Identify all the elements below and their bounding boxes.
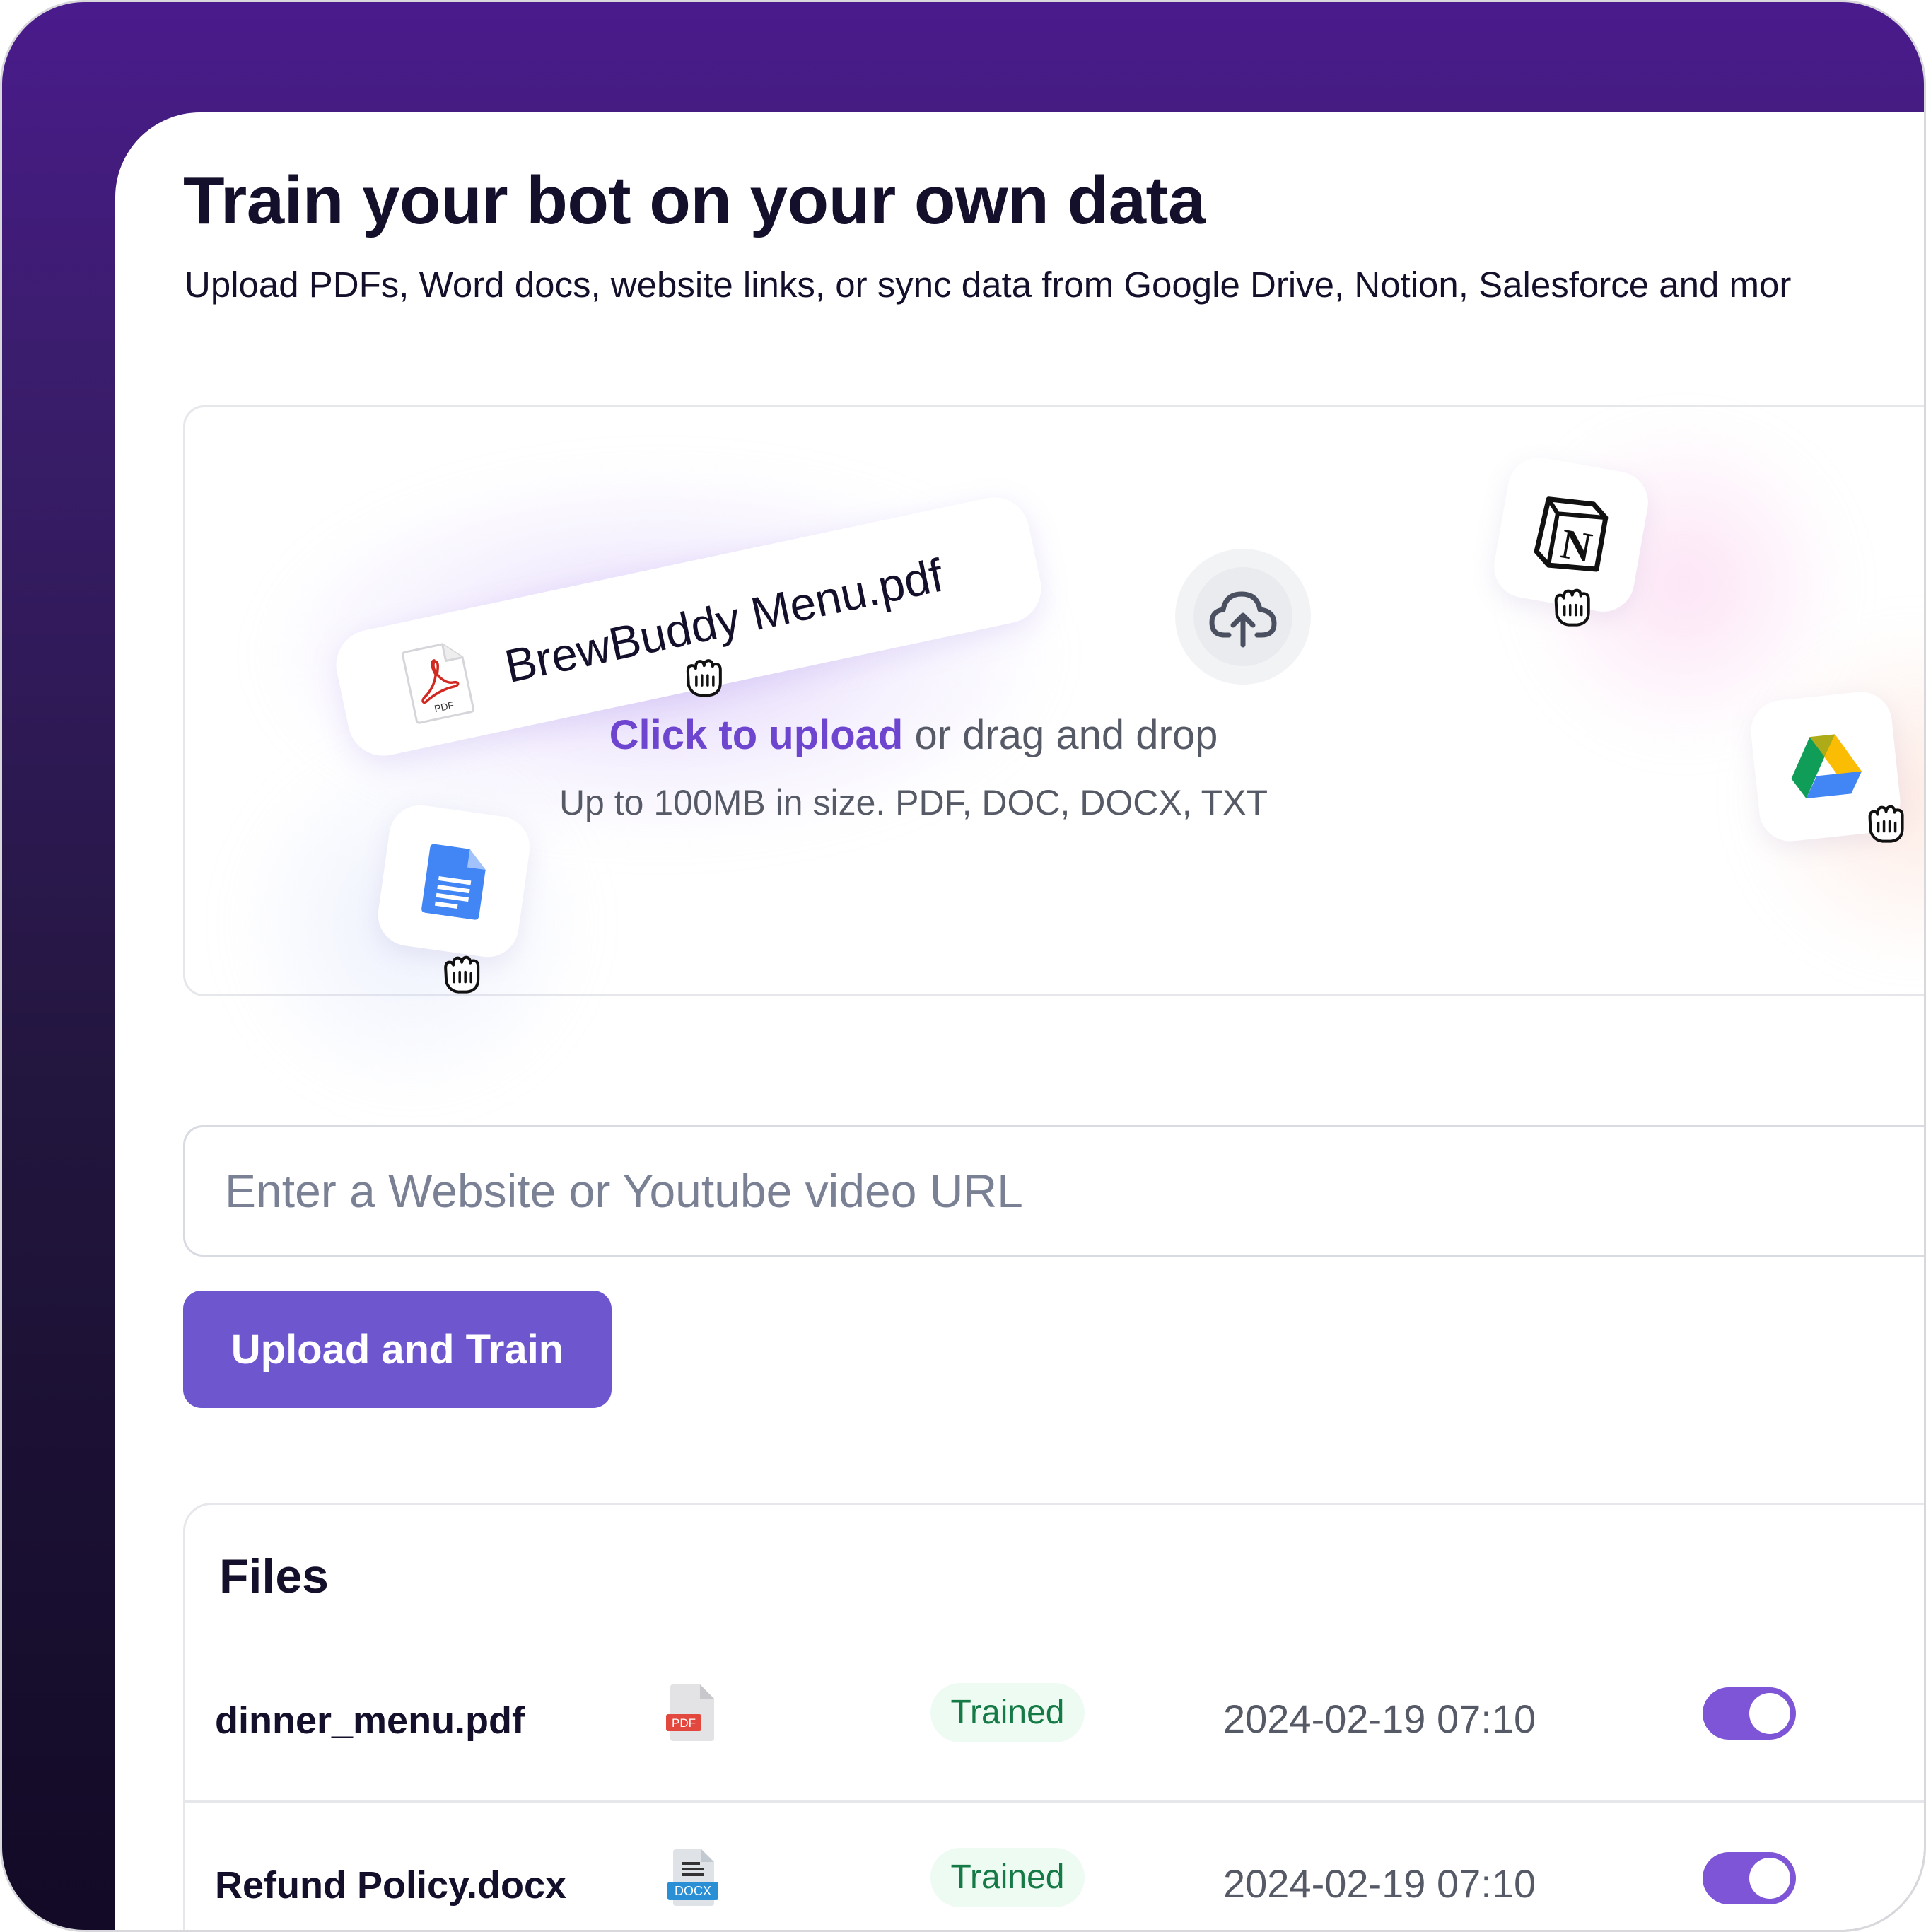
upload-formats-hint: Up to 100MB in size. PDF, DOC, DOCX, TXT — [559, 783, 1268, 822]
svg-text:PDF: PDF — [672, 1716, 696, 1730]
docx-file-icon: DOCX — [667, 1849, 718, 1906]
status-badge: Trained — [930, 1848, 1085, 1907]
device-frame: Train your bot on your own data Upload P… — [0, 0, 1926, 1932]
grab-cursor-icon — [1868, 805, 1904, 843]
upload-instruction: Click to upload or drag and drop — [185, 711, 1642, 759]
files-title: Files — [219, 1549, 329, 1603]
grab-cursor-icon — [1554, 588, 1590, 627]
grab-cursor-icon — [444, 955, 480, 994]
table-row: dinner_menu.pdf PDF Trained 2024-02-19 0… — [185, 1638, 1924, 1803]
url-input[interactable] — [183, 1125, 1924, 1257]
grab-cursor-icon — [686, 659, 722, 697]
file-enabled-toggle[interactable] — [1703, 1852, 1796, 1904]
upload-and-train-button[interactable]: Upload and Train — [183, 1291, 612, 1408]
notion-icon: N — [1534, 496, 1609, 572]
notion-tile[interactable]: N — [1489, 453, 1653, 627]
svg-text:DOCX: DOCX — [675, 1884, 711, 1898]
main-panel: Train your bot on your own data Upload P… — [115, 112, 1924, 1930]
file-name: dinner_menu.pdf — [215, 1699, 525, 1742]
google-drive-icon — [1791, 734, 1862, 799]
page-title: Train your bot on your own data — [183, 163, 1206, 238]
google-docs-icon — [421, 844, 486, 920]
google-drive-tile[interactable] — [1748, 689, 1904, 844]
file-enabled-toggle[interactable] — [1703, 1687, 1796, 1740]
file-date: 2024-02-19 07:10 — [1223, 1697, 1536, 1741]
upload-dropzone[interactable]: PDF BrewBuddy Menu.pdf N Click to upload… — [183, 405, 1924, 1107]
file-name: Refund Policy.docx — [215, 1864, 567, 1907]
pdf-file-icon: PDF — [666, 1684, 714, 1741]
toggle-knob — [1749, 1858, 1790, 1899]
toggle-knob — [1749, 1693, 1790, 1734]
files-panel: Files dinner_menu.pdf PDF Trained 2024-0… — [183, 1503, 1924, 1930]
status-badge: Trained — [930, 1683, 1085, 1742]
table-row: Refund Policy.docx DOCX Trained 2024-02-… — [185, 1803, 1924, 1930]
file-date: 2024-02-19 07:10 — [1223, 1861, 1536, 1906]
drag-drop-text: or drag and drop — [903, 712, 1218, 758]
page-subtitle: Upload PDFs, Word docs, website links, o… — [185, 264, 1792, 305]
google-docs-tile[interactable] — [374, 801, 534, 994]
cloud-upload-icon — [1209, 591, 1277, 648]
upload-icon-button[interactable] — [1175, 549, 1311, 685]
click-to-upload-link[interactable]: Click to upload — [609, 712, 904, 758]
